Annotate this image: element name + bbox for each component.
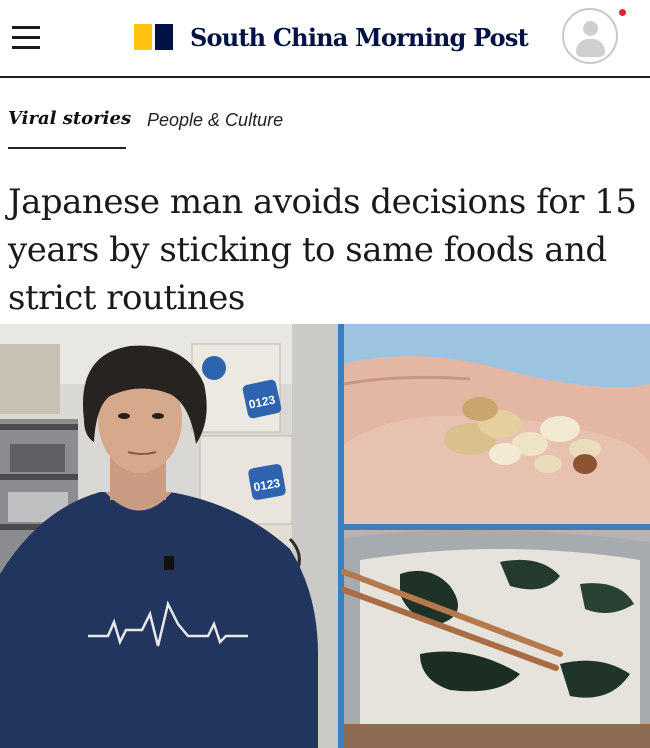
logo-mark-icon: [134, 22, 176, 52]
section-tag-people-culture[interactable]: People & Culture: [147, 110, 283, 131]
site-header: South China Morning Post: [0, 0, 650, 78]
section-tag-underline: [8, 147, 126, 149]
man-in-blue-tshirt-photo: 0123 0123: [0, 324, 338, 748]
article-headline: Japanese man avoids decisions for 15 yea…: [8, 182, 637, 318]
notification-dot: [619, 9, 626, 16]
rice-with-seaweed-and-chopsticks-photo: [341, 529, 650, 748]
user-avatar-icon[interactable]: [562, 8, 618, 64]
hamburger-menu-icon[interactable]: [10, 24, 42, 52]
brand-name: South China Morning Post: [190, 22, 529, 52]
hand-holding-nuts-photo: [343, 324, 650, 524]
article-lead-image[interactable]: 0123 0123: [0, 324, 650, 748]
site-logo[interactable]: South China Morning Post: [134, 21, 529, 53]
section-tag-viral-stories[interactable]: Viral stories: [8, 108, 131, 129]
